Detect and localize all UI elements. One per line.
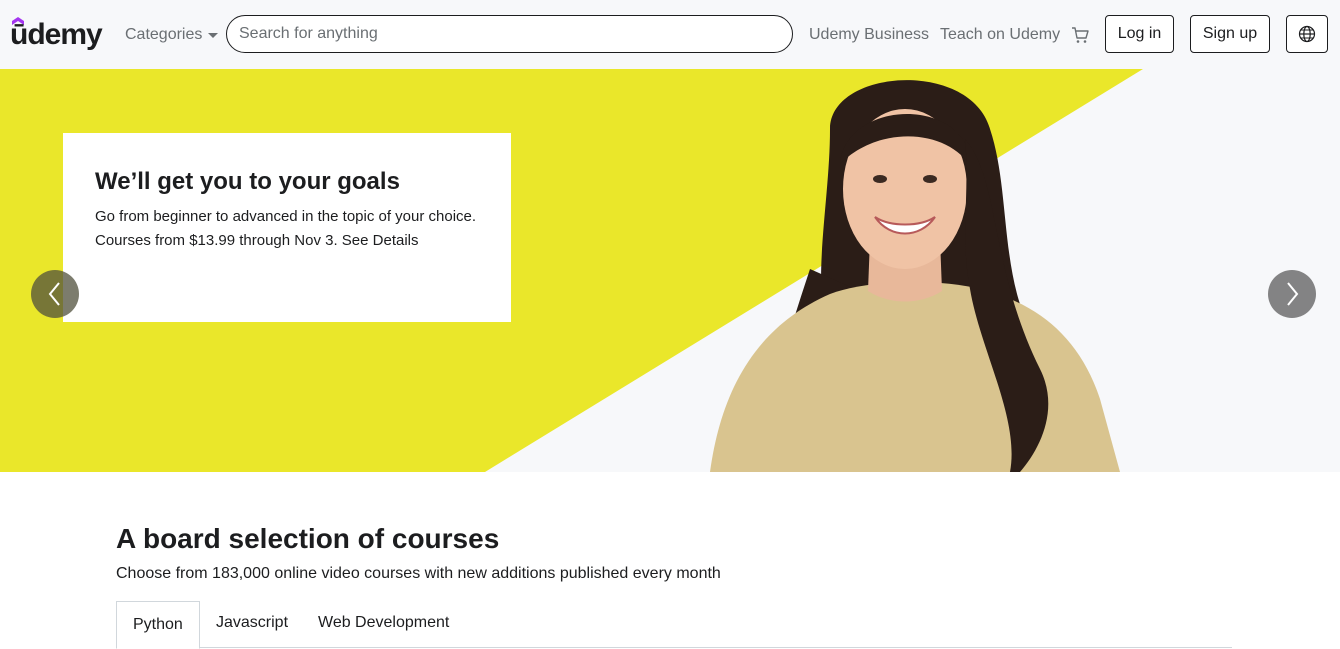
tab-web-development[interactable]: Web Development [318,601,449,644]
hero-banner: We’ll get you to your goals Go from begi… [0,69,1340,472]
hero-person-image [710,80,1120,472]
carousel-next-button[interactable] [1268,270,1316,318]
tab-label: Python [133,616,183,633]
hero-title: We’ll get you to your goals [95,168,400,195]
course-tabs: Python Javascript Web Development [116,601,1232,649]
tab-label: Javascript [216,613,289,631]
search-input[interactable] [226,15,793,53]
signup-button[interactable]: Sign up [1190,15,1270,53]
courses-section-subtitle: Choose from 183,000 online video courses… [116,565,721,582]
caret-down-icon [208,33,219,38]
login-button[interactable]: Log in [1105,15,1174,53]
categories-menu[interactable]: Categories [125,24,219,46]
top-navigation-bar: ūdemy Categories Udemy Business Teach on… [0,0,1340,69]
tab-python[interactable]: Python [116,601,200,649]
categories-label: Categories [125,26,203,43]
hero-description[interactable]: Go from beginner to advanced in the topi… [95,205,479,253]
language-button[interactable] [1286,15,1328,53]
courses-section-title: A board selection of courses [116,523,500,554]
logo-text: ūdemy [10,18,103,51]
udemy-logo[interactable]: ūdemy [10,15,103,55]
globe-icon [1298,25,1316,43]
carousel-previous-button[interactable] [31,270,79,318]
chevron-left-icon [48,282,60,306]
hero-promo-card: We’ll get you to your goals Go from begi… [63,133,511,322]
chevron-right-icon [1287,282,1299,306]
teach-on-udemy-link[interactable]: Teach on Udemy [940,24,1060,46]
udemy-business-link[interactable]: Udemy Business [809,24,929,46]
cart-icon[interactable] [1071,26,1089,44]
tab-javascript[interactable]: Javascript [216,601,288,644]
tab-label: Web Development [318,613,450,631]
